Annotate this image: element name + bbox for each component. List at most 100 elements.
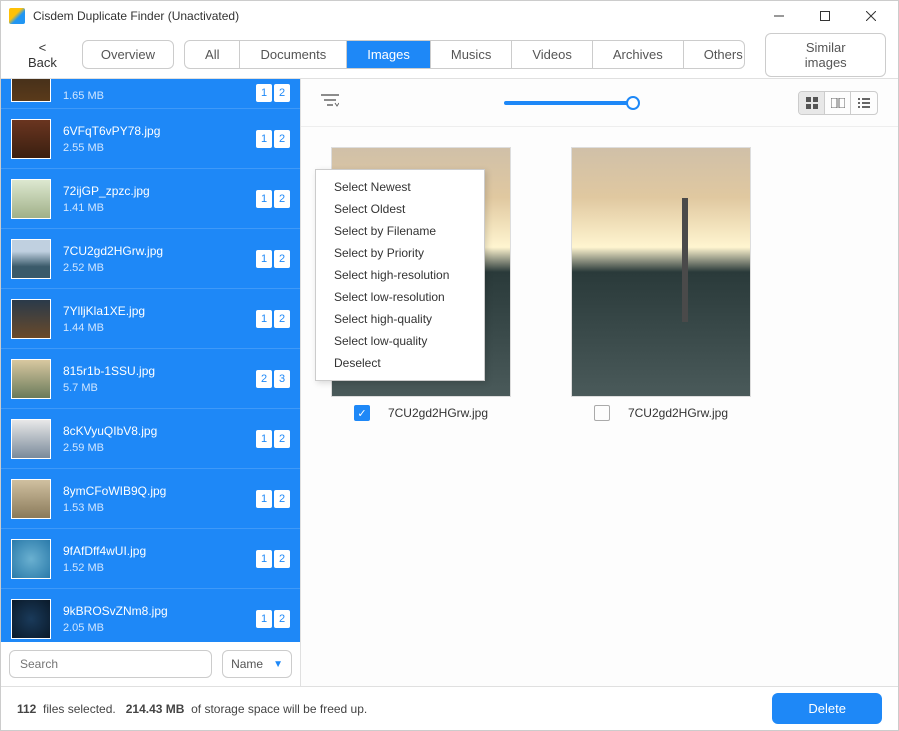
file-size: 5.7 MB: [63, 382, 256, 394]
preview-checkbox[interactable]: [594, 405, 610, 421]
menu-item[interactable]: Select high-quality: [316, 308, 484, 330]
file-list[interactable]: 1.65 MB126VFqT6vPY78.jpg2.55 MB1272ijGP_…: [1, 79, 300, 642]
view-grid-icon[interactable]: [799, 92, 825, 114]
filter-icon[interactable]: [321, 93, 339, 112]
file-size: 1.41 MB: [63, 202, 256, 214]
badge: 1: [256, 84, 272, 102]
file-thumbnail: [11, 599, 51, 639]
list-item[interactable]: 8ymCFoWIB9Q.jpg 1.53 MB12: [1, 469, 300, 529]
selection-context-menu: Select NewestSelect OldestSelect by File…: [315, 169, 485, 381]
menu-item[interactable]: Select Newest: [316, 176, 484, 198]
view-list-icon[interactable]: [851, 92, 877, 114]
badge: 2: [274, 610, 290, 628]
app-icon: [9, 8, 25, 24]
list-item[interactable]: 6VFqT6vPY78.jpg2.55 MB12: [1, 109, 300, 169]
file-thumbnail: [11, 119, 51, 159]
file-thumbnail: [11, 539, 51, 579]
badge: 1: [256, 430, 272, 448]
preview-item[interactable]: 7CU2gd2HGrw.jpg: [571, 147, 751, 421]
file-size: 2.05 MB: [63, 622, 256, 634]
file-thumbnail: [11, 299, 51, 339]
badge: 1: [256, 610, 272, 628]
list-item[interactable]: 8cKVyuQIbV8.jpg2.59 MB12: [1, 409, 300, 469]
list-item[interactable]: 72ijGP_zpzc.jpg1.41 MB12: [1, 169, 300, 229]
list-item[interactable]: 9kBROSvZNm8.jpg 2.05 MB12: [1, 589, 300, 642]
minimize-button[interactable]: [756, 1, 802, 31]
badge: 2: [256, 370, 272, 388]
badge: 2: [274, 190, 290, 208]
badge: 1: [256, 250, 272, 268]
tab-archives[interactable]: Archives: [593, 41, 684, 68]
file-name: 9fAfDff4wUI.jpg: [63, 544, 256, 558]
tab-videos[interactable]: Videos: [512, 41, 593, 68]
category-tabs: All Documents Images Musics Videos Archi…: [184, 40, 745, 69]
zoom-slider[interactable]: [359, 101, 778, 105]
tab-documents[interactable]: Documents: [240, 41, 347, 68]
back-button[interactable]: < Back: [13, 34, 72, 76]
file-thumbnail: [11, 239, 51, 279]
file-thumbnail: [11, 419, 51, 459]
file-name: 815r1b-1SSU.jpg: [63, 364, 256, 378]
menu-item[interactable]: Select low-resolution: [316, 286, 484, 308]
list-item[interactable]: 7CU2gd2HGrw.jpg2.52 MB12: [1, 229, 300, 289]
list-item[interactable]: 7YlljKla1XE.jpg 1.44 MB12: [1, 289, 300, 349]
menu-item[interactable]: Select high-resolution: [316, 264, 484, 286]
file-name: 6VFqT6vPY78.jpg: [63, 124, 256, 138]
menu-item[interactable]: Select by Priority: [316, 242, 484, 264]
badge: 1: [256, 550, 272, 568]
file-size: 1.44 MB: [63, 322, 256, 334]
badge: 1: [256, 490, 272, 508]
preview-thumbnail: [571, 147, 751, 397]
duplicate-count-badges: 12: [256, 250, 290, 268]
badge: 1: [256, 310, 272, 328]
list-item[interactable]: 9fAfDff4wUI.jpg 1.52 MB12: [1, 529, 300, 589]
window-title: Cisdem Duplicate Finder (Unactivated): [33, 9, 756, 23]
menu-item[interactable]: Select Oldest: [316, 198, 484, 220]
file-name: 9kBROSvZNm8.jpg: [63, 604, 256, 618]
badge: 2: [274, 550, 290, 568]
search-input[interactable]: [9, 650, 212, 678]
sort-dropdown[interactable]: Name ▼: [222, 650, 292, 678]
file-size: 1.52 MB: [63, 562, 256, 574]
close-button[interactable]: [848, 1, 894, 31]
preview-checkbox[interactable]: [354, 405, 370, 421]
toolbar: < Back Overview All Documents Images Mus…: [1, 31, 898, 79]
badge: 2: [274, 250, 290, 268]
badge: 2: [274, 130, 290, 148]
file-size: 1.53 MB: [63, 502, 256, 514]
menu-item[interactable]: Deselect: [316, 352, 484, 374]
file-size: 2.55 MB: [63, 142, 256, 154]
sidebar: 1.65 MB126VFqT6vPY78.jpg2.55 MB1272ijGP_…: [1, 79, 301, 686]
freed-size: 214.43 MB: [126, 702, 185, 716]
sort-label: Name: [231, 657, 263, 671]
similar-images-button[interactable]: Similar images: [765, 33, 886, 77]
duplicate-count-badges: 12: [256, 550, 290, 568]
duplicate-count-badges: 12: [256, 310, 290, 328]
menu-item[interactable]: Select by Filename: [316, 220, 484, 242]
list-item[interactable]: 1.65 MB12: [1, 79, 300, 109]
badge: 2: [274, 490, 290, 508]
tab-all[interactable]: All: [185, 41, 240, 68]
statusbar: 112 files selected. 214.43 MB of storage…: [1, 686, 898, 730]
file-name: 7YlljKla1XE.jpg: [63, 304, 256, 318]
view-mode-switcher: [798, 91, 878, 115]
selected-count: 112: [17, 702, 36, 716]
overview-button[interactable]: Overview: [82, 40, 174, 69]
preview-filename: 7CU2gd2HGrw.jpg: [388, 406, 488, 420]
badge: 2: [274, 310, 290, 328]
tab-others[interactable]: Others: [684, 41, 746, 68]
tab-images[interactable]: Images: [347, 41, 431, 68]
file-name: 8ymCFoWIB9Q.jpg: [63, 484, 256, 498]
titlebar: Cisdem Duplicate Finder (Unactivated): [1, 1, 898, 31]
view-split-icon[interactable]: [825, 92, 851, 114]
file-size: 2.52 MB: [63, 262, 256, 274]
maximize-button[interactable]: [802, 1, 848, 31]
list-item[interactable]: 815r1b-1SSU.jpg5.7 MB23: [1, 349, 300, 409]
delete-button[interactable]: Delete: [772, 693, 882, 724]
badge: 2: [274, 84, 290, 102]
file-size: 2.59 MB: [63, 442, 256, 454]
menu-item[interactable]: Select low-quality: [316, 330, 484, 352]
tab-musics[interactable]: Musics: [431, 41, 512, 68]
main-panel: Select NewestSelect OldestSelect by File…: [301, 79, 898, 686]
badge: 1: [256, 190, 272, 208]
